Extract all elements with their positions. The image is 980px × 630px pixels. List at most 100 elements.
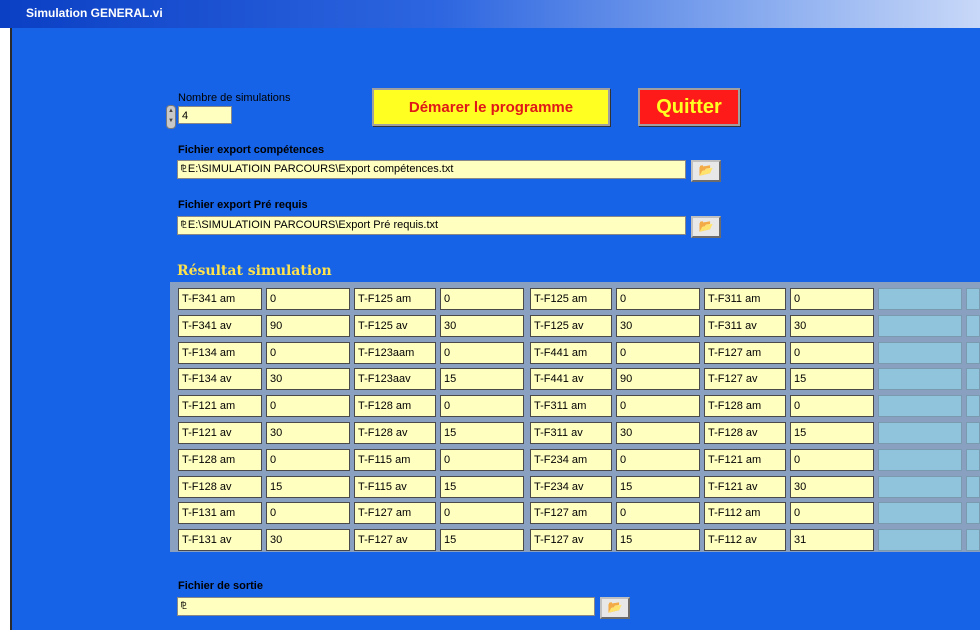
result-name-cell[interactable]: T-F131 av: [178, 529, 262, 552]
folder-browse-icon[interactable]: 📂: [691, 216, 721, 238]
result-value-cell[interactable]: 30: [440, 314, 524, 337]
result-value-cell[interactable]: 0: [266, 395, 350, 418]
result-empty-cell[interactable]: [878, 475, 962, 498]
result-name-cell[interactable]: T-F134 am: [178, 341, 262, 364]
result-value-cell[interactable]: 0: [616, 341, 700, 364]
result-empty-cell[interactable]: [878, 395, 962, 418]
result-name-cell[interactable]: T-F123aam: [354, 341, 436, 364]
result-value-cell[interactable]: 0: [790, 341, 874, 364]
result-name-cell[interactable]: T-F311 av: [704, 314, 786, 337]
result-empty-cell[interactable]: [878, 529, 962, 552]
result-value-cell[interactable]: 30: [266, 422, 350, 444]
start-program-button[interactable]: Démarer le programme: [372, 88, 610, 126]
result-value-cell[interactable]: 30: [266, 368, 350, 391]
result-empty-cell[interactable]: [966, 368, 980, 391]
result-name-cell[interactable]: T-F441 av: [530, 368, 612, 391]
result-name-cell[interactable]: T-F127 am: [530, 502, 612, 525]
result-value-cell[interactable]: 0: [440, 448, 524, 471]
up-down-arrows-icon[interactable]: ▲ ▼: [166, 105, 176, 129]
result-empty-cell[interactable]: [966, 448, 980, 471]
result-empty-cell[interactable]: [966, 288, 980, 310]
result-value-cell[interactable]: 15: [266, 475, 350, 498]
result-name-cell[interactable]: T-F311 am: [530, 395, 612, 418]
result-name-cell[interactable]: T-F234 am: [530, 448, 612, 471]
result-value-cell[interactable]: 0: [790, 448, 874, 471]
result-name-cell[interactable]: T-F127 am: [704, 341, 786, 364]
result-value-cell[interactable]: 30: [266, 529, 350, 552]
result-empty-cell[interactable]: [878, 288, 962, 310]
result-name-cell[interactable]: T-F121 am: [178, 395, 262, 418]
result-name-cell[interactable]: T-F112 av: [704, 529, 786, 552]
export-competences-path-input[interactable]: ⅊E:\SIMULATIOIN PARCOURS\Export compéten…: [177, 160, 686, 179]
result-name-cell[interactable]: T-F128 av: [704, 422, 786, 444]
result-name-cell[interactable]: T-F341 av: [178, 314, 262, 337]
result-value-cell[interactable]: 15: [616, 529, 700, 552]
result-value-cell[interactable]: 0: [266, 502, 350, 525]
result-value-cell[interactable]: 15: [440, 475, 524, 498]
result-name-cell[interactable]: T-F128 am: [704, 395, 786, 418]
result-empty-cell[interactable]: [966, 475, 980, 498]
result-name-cell[interactable]: T-F128 am: [354, 395, 436, 418]
folder-browse-icon[interactable]: 📂: [691, 160, 721, 182]
result-name-cell[interactable]: T-F128 am: [178, 448, 262, 471]
result-name-cell[interactable]: T-F127 am: [354, 502, 436, 525]
simulations-count-input[interactable]: 4: [178, 106, 232, 124]
result-name-cell[interactable]: T-F125 am: [354, 288, 436, 310]
export-prerequis-path-input[interactable]: ⅊E:\SIMULATIOIN PARCOURS\Export Pré requ…: [177, 216, 686, 235]
result-value-cell[interactable]: 0: [616, 288, 700, 310]
result-value-cell[interactable]: 0: [790, 395, 874, 418]
result-name-cell[interactable]: T-F121 am: [704, 448, 786, 471]
result-name-cell[interactable]: T-F125 am: [530, 288, 612, 310]
result-empty-cell[interactable]: [878, 341, 962, 364]
folder-browse-icon[interactable]: 📂: [600, 597, 630, 619]
result-value-cell[interactable]: 15: [440, 368, 524, 391]
result-name-cell[interactable]: T-F115 av: [354, 475, 436, 498]
result-value-cell[interactable]: 15: [790, 422, 874, 444]
result-empty-cell[interactable]: [966, 529, 980, 552]
result-value-cell[interactable]: 15: [440, 422, 524, 444]
output-file-path-input[interactable]: ⅊: [177, 597, 595, 616]
result-name-cell[interactable]: T-F134 av: [178, 368, 262, 391]
result-value-cell[interactable]: 0: [790, 288, 874, 310]
result-value-cell[interactable]: 30: [616, 422, 700, 444]
result-value-cell[interactable]: 15: [616, 475, 700, 498]
result-empty-cell[interactable]: [966, 395, 980, 418]
result-empty-cell[interactable]: [878, 422, 962, 444]
result-name-cell[interactable]: T-F234 av: [530, 475, 612, 498]
result-name-cell[interactable]: T-F123aav: [354, 368, 436, 391]
result-name-cell[interactable]: T-F341 am: [178, 288, 262, 310]
result-value-cell[interactable]: 0: [440, 502, 524, 525]
result-value-cell[interactable]: 90: [266, 314, 350, 337]
result-empty-cell[interactable]: [966, 341, 980, 364]
result-value-cell[interactable]: 0: [440, 395, 524, 418]
result-name-cell[interactable]: T-F125 av: [530, 314, 612, 337]
result-name-cell[interactable]: T-F125 av: [354, 314, 436, 337]
result-empty-cell[interactable]: [966, 502, 980, 525]
result-value-cell[interactable]: 0: [790, 502, 874, 525]
quit-button[interactable]: Quitter: [638, 88, 740, 126]
result-value-cell[interactable]: 30: [790, 475, 874, 498]
result-name-cell[interactable]: T-F311 av: [530, 422, 612, 444]
result-name-cell[interactable]: T-F127 av: [530, 529, 612, 552]
result-value-cell[interactable]: 0: [266, 288, 350, 310]
result-value-cell[interactable]: 0: [616, 502, 700, 525]
result-value-cell[interactable]: 0: [616, 448, 700, 471]
result-value-cell[interactable]: 31: [790, 529, 874, 552]
result-value-cell[interactable]: 30: [616, 314, 700, 337]
result-empty-cell[interactable]: [878, 368, 962, 391]
result-value-cell[interactable]: 0: [266, 341, 350, 364]
result-name-cell[interactable]: T-F128 av: [178, 475, 262, 498]
result-name-cell[interactable]: T-F131 am: [178, 502, 262, 525]
result-name-cell[interactable]: T-F115 am: [354, 448, 436, 471]
result-value-cell[interactable]: 15: [790, 368, 874, 391]
result-value-cell[interactable]: 0: [616, 395, 700, 418]
result-name-cell[interactable]: T-F441 am: [530, 341, 612, 364]
result-name-cell[interactable]: T-F128 av: [354, 422, 436, 444]
result-empty-cell[interactable]: [878, 314, 962, 337]
result-value-cell[interactable]: 0: [440, 341, 524, 364]
result-value-cell[interactable]: 0: [440, 288, 524, 310]
result-empty-cell[interactable]: [966, 422, 980, 444]
result-name-cell[interactable]: T-F311 am: [704, 288, 786, 310]
result-value-cell[interactable]: 90: [616, 368, 700, 391]
result-name-cell[interactable]: T-F127 av: [704, 368, 786, 391]
